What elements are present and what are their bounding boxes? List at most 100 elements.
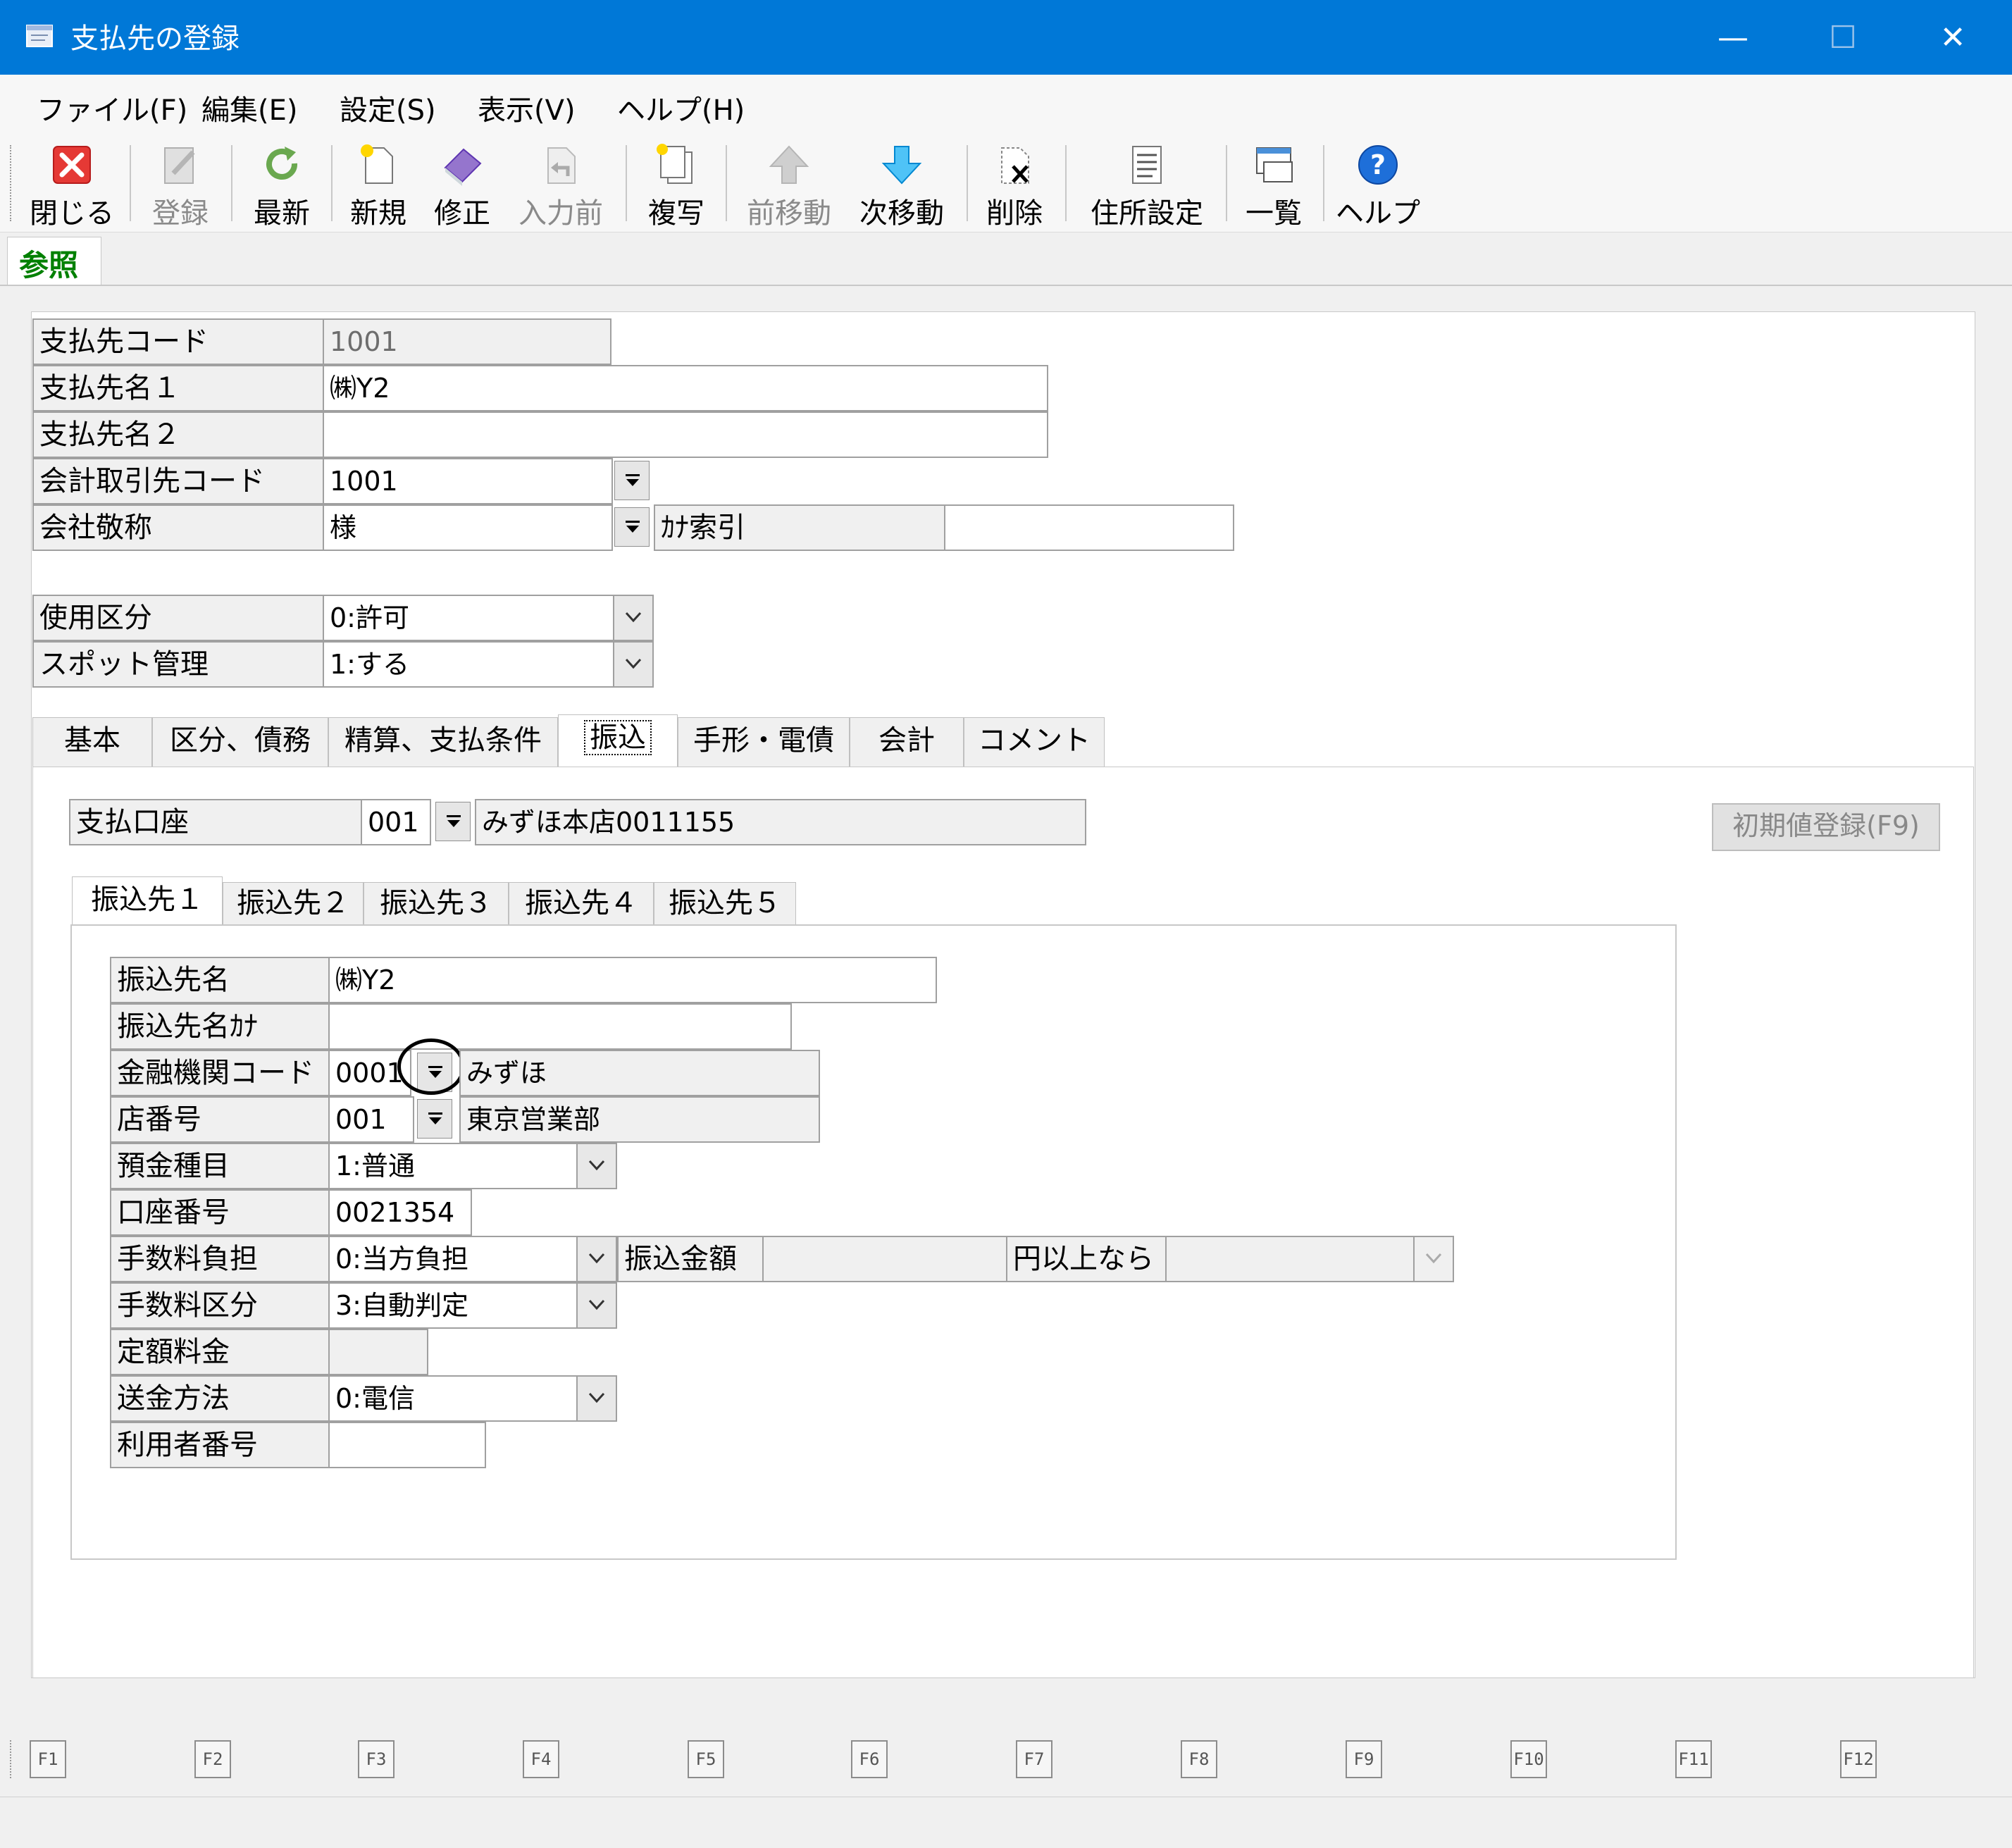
tab-settlement[interactable]: 精算、支払条件	[328, 717, 558, 768]
fee-burden-select[interactable]: 0:当方負担	[328, 1236, 578, 1282]
f4-key[interactable]: F4	[523, 1740, 559, 1778]
function-key-bar: F1 F2 F3 F4 F5 F6 F7 F8 F9 F10 F11 F12	[0, 1719, 2012, 1797]
f9-key[interactable]: F9	[1346, 1740, 1382, 1778]
close-window-button[interactable]: ✕	[1925, 10, 1981, 66]
fee-class-select[interactable]: 3:自動判定	[328, 1282, 578, 1329]
menu-bar: ファイル(F) 編集(E) 設定(S) 表示(V) ヘルプ(H)	[0, 75, 2012, 132]
kana-index-field[interactable]	[944, 504, 1234, 551]
spot-management-dropdown[interactable]	[613, 641, 654, 688]
payment-account-lookup-button[interactable]	[435, 802, 471, 841]
user-no-field[interactable]	[328, 1422, 486, 1468]
f12-key[interactable]: F12	[1840, 1740, 1877, 1778]
spot-management-select[interactable]: 1:する	[323, 641, 614, 688]
fee-burden-label: 手数料負担	[110, 1236, 330, 1282]
copy-icon	[657, 144, 693, 184]
f10-key[interactable]: F10	[1510, 1740, 1547, 1778]
menu-edit[interactable]: 編集(E)	[201, 87, 297, 128]
help-button[interactable]: ? ヘルプ	[1330, 135, 1426, 230]
accounting-partner-lookup-button[interactable]	[614, 461, 650, 500]
menu-help[interactable]: ヘルプ(H)	[617, 87, 745, 128]
transfer-amount-label: 振込金額	[617, 1236, 764, 1282]
subtab-transfer4[interactable]: 振込先４	[509, 882, 654, 926]
payee-name1-field[interactable]: ㈱Y2	[323, 365, 1048, 411]
register-button-label: 登録	[152, 197, 209, 230]
payment-account-name-field: みずほ本店0011155	[475, 799, 1086, 845]
payment-account-code-field[interactable]: 001	[361, 799, 431, 845]
branch-lookup-button[interactable]	[417, 1099, 452, 1139]
title-bar: 支払先の登録 — ☐ ✕	[0, 0, 2012, 75]
transfer-name-kana-field[interactable]	[328, 1003, 792, 1050]
refresh-button[interactable]: 最新	[240, 135, 324, 230]
fee-burden-dropdown[interactable]	[576, 1236, 617, 1282]
close-button-label: 閉じる	[30, 197, 114, 230]
company-honorific-label: 会社敬称	[32, 504, 324, 551]
tab-comment[interactable]: コメント	[964, 717, 1105, 768]
status-bar	[0, 1797, 2012, 1848]
tab-bill[interactable]: 手形・電債	[678, 717, 850, 768]
address-settings-button[interactable]: 住所設定	[1074, 135, 1220, 230]
f5-key[interactable]: F5	[688, 1740, 724, 1778]
toolbar-grip	[10, 145, 14, 221]
above-yen-select	[1165, 1236, 1416, 1282]
new-button[interactable]: 新規	[338, 135, 418, 230]
edit-button[interactable]: 修正	[423, 135, 502, 230]
copy-button[interactable]: 複写	[634, 135, 719, 230]
payee-name2-field[interactable]	[323, 411, 1048, 458]
tab-transfer[interactable]: 振込	[558, 714, 678, 768]
menu-settings[interactable]: 設定(S)	[340, 87, 436, 128]
f1-key[interactable]: F1	[30, 1740, 66, 1778]
company-honorific-lookup-button[interactable]	[614, 507, 650, 547]
usage-class-dropdown[interactable]	[613, 595, 654, 641]
payee-name2-label: 支払先名２	[32, 411, 324, 458]
refresh-button-label: 最新	[254, 197, 310, 230]
subtab-transfer3[interactable]: 振込先３	[364, 882, 509, 926]
payee-name1-label: 支払先名１	[32, 365, 324, 411]
f7-key[interactable]: F7	[1016, 1740, 1052, 1778]
tab-basic[interactable]: 基本	[32, 717, 152, 768]
close-button[interactable]: 閉じる	[24, 135, 120, 230]
menu-view[interactable]: 表示(V)	[478, 87, 576, 128]
app-window-icon	[26, 25, 53, 47]
deposit-type-select[interactable]: 1:普通	[328, 1143, 578, 1189]
next-button[interactable]: 次移動	[845, 135, 958, 230]
spot-management-label: スポット管理	[32, 641, 324, 688]
svg-text:?: ?	[1370, 149, 1386, 180]
new-button-label: 新規	[350, 197, 406, 230]
remit-method-dropdown[interactable]	[576, 1375, 617, 1422]
company-honorific-field[interactable]: 様	[323, 504, 613, 551]
tab-accounting[interactable]: 会計	[850, 717, 964, 768]
f8-key[interactable]: F8	[1181, 1740, 1217, 1778]
branch-no-field[interactable]: 001	[328, 1096, 414, 1143]
help-icon: ?	[1358, 145, 1398, 185]
eraser-icon	[444, 148, 482, 186]
delete-button[interactable]: 削除	[975, 135, 1054, 230]
f3-key[interactable]: F3	[358, 1740, 395, 1778]
menu-file[interactable]: ファイル(F)	[37, 87, 187, 128]
f11-key[interactable]: F11	[1675, 1740, 1712, 1778]
remit-method-select[interactable]: 0:電信	[328, 1375, 578, 1422]
chevron-down-icon	[588, 1253, 605, 1264]
refresh-icon	[266, 147, 298, 180]
account-no-field[interactable]: 0021354	[328, 1189, 472, 1236]
deposit-type-dropdown[interactable]	[576, 1143, 617, 1189]
mode-tab-baseline	[0, 285, 2012, 286]
subtab-transfer2[interactable]: 振込先２	[223, 882, 364, 926]
minimize-button[interactable]: —	[1705, 10, 1761, 66]
accounting-partner-code-field[interactable]: 1001	[323, 458, 613, 504]
f2-key[interactable]: F2	[194, 1740, 231, 1778]
tab-class-debt[interactable]: 区分、債務	[152, 717, 328, 768]
lookup-dropdown-icon	[447, 815, 461, 827]
transfer-amount-field	[762, 1236, 1007, 1282]
usage-class-select[interactable]: 0:許可	[323, 595, 614, 641]
subtab-transfer1[interactable]: 振込先１	[72, 876, 223, 926]
toolbar-separator	[130, 145, 131, 221]
transfer-name-field[interactable]: ㈱Y2	[328, 957, 937, 1003]
fixed-fee-label: 定額料金	[110, 1329, 330, 1375]
list-button[interactable]: 一覧	[1234, 135, 1313, 230]
subtab-transfer5[interactable]: 振込先５	[654, 882, 796, 926]
edit-button-label: 修正	[434, 197, 490, 230]
f6-key[interactable]: F6	[851, 1740, 888, 1778]
transfer-name-kana-label: 振込先名ｶﾅ	[110, 1003, 330, 1050]
delete-button-label: 削除	[986, 197, 1043, 230]
fee-class-dropdown[interactable]	[576, 1282, 617, 1329]
